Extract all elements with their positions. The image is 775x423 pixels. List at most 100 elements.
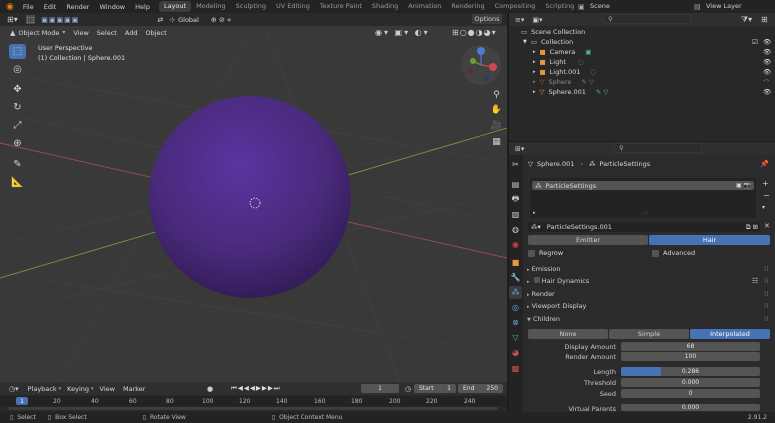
regrow-checkbox[interactable]: Regrow [528,249,563,257]
navigation-gizmo[interactable] [459,43,503,87]
tab-shading[interactable]: Shading [367,1,403,12]
snap-icons[interactable]: ⊕ ⊘ ⋄ [211,16,232,24]
menu-file[interactable]: File [18,3,39,11]
transform-tool-icon[interactable]: ⊕ [9,136,26,151]
menu-render[interactable]: Render [61,3,94,11]
virtual-parents-field[interactable]: 0.000 [621,404,760,411]
datablock-actions-icons[interactable]: ⧉ ⊞ [746,223,758,232]
menu-view[interactable]: View [73,29,88,37]
seed-field[interactable]: 0 [621,389,760,398]
list-remove-button[interactable]: − [763,191,770,200]
drag-handle-icon[interactable]: ⁞⁞ [764,290,768,298]
physics-tab-icon[interactable]: ◎ [509,301,522,314]
transform-pivot-icon[interactable]: ⇄ [157,16,163,24]
scale-tool-icon[interactable]: ⤢ [9,118,26,133]
tab-texture-paint[interactable]: Texture Paint [315,1,367,12]
new-collection-icon[interactable]: ⊞ [761,15,768,24]
tab-layout[interactable]: Layout [158,1,192,12]
scene-collection-row[interactable]: ▭ Scene Collection [509,27,764,37]
editor-type-icon[interactable]: ≡▾ [515,16,524,24]
drag-handle-icon[interactable]: ⁞⁞ [764,265,768,273]
list-menu-icon[interactable]: ▾ [762,204,765,211]
display-mode-icon[interactable]: ▣▾ [532,16,542,24]
grid-view-icon[interactable]: ▦ [488,134,505,149]
render-amount-field[interactable]: 100 [621,352,760,361]
menu-edit[interactable]: Edit [39,3,62,11]
list-expand-icon[interactable]: ▸ [533,210,536,216]
eye-icon[interactable]: 👁 [763,48,771,56]
camera-view-icon[interactable]: 🎥 [488,118,505,133]
output-tab-icon[interactable]: 🖶 [509,193,522,206]
hair-button[interactable]: Hair [649,235,770,245]
hair-sphere[interactable] [149,96,351,298]
list-icon[interactable]: ☷ [752,277,758,285]
particles-tab-icon[interactable]: ⁂ [509,286,522,299]
end-frame-field[interactable]: End 250 [458,384,503,393]
options-button[interactable]: Options [472,14,502,24]
constraints-tab-icon[interactable]: ⊗ [509,316,522,329]
scene-selector[interactable]: Scene [586,1,658,11]
pin-icon[interactable]: 📌 [760,160,769,168]
children-none-button[interactable]: None [528,329,608,339]
outliner-item-light-001[interactable]: ▸ ■ Light.001 ◌ 👁 [509,67,771,77]
current-frame-marker[interactable]: 1 [16,397,28,405]
editor-type-icon[interactable]: ⊞▾ [515,145,524,153]
cursor-tool-icon[interactable]: ◎ [9,62,26,77]
collection-row[interactable]: ▼ ▭ Collection ☑ 👁 [509,37,771,47]
editor-type-icon[interactable]: ⊞▾ [7,15,18,24]
eye-icon[interactable]: 👁 [763,88,771,96]
visibility-icons[interactable]: ▣ 📷 [736,182,751,189]
data-tab-icon[interactable]: ▽ [509,331,522,344]
children-interpolated-button[interactable]: Interpolated [690,329,770,339]
outliner-item-sphere[interactable]: ▸ ▽ Sphere ✎ ▽ ⌒ [509,77,770,87]
blender-logo-icon[interactable]: ◉ [0,2,18,12]
checkbox-icon[interactable]: ☑ [752,38,758,46]
section-emission[interactable]: ▸ Emission [527,265,561,273]
annotate-tool-icon[interactable]: ✎ [9,157,26,172]
list-add-button[interactable]: + [762,179,769,188]
viewport[interactable] [0,13,507,382]
tab-modeling[interactable]: Modeling [191,1,231,12]
tab-scripting[interactable]: Scripting [540,1,579,12]
menu-keying[interactable]: Keying [67,385,89,393]
tab-uv-editing[interactable]: UV Editing [271,1,315,12]
properties-search-input[interactable]: ⚲ [614,143,702,153]
display-amount-field[interactable]: 68 [621,342,760,351]
select-tool-icon[interactable]: ⬚ [25,15,36,24]
zoom-icon[interactable]: ⚲ [488,87,505,102]
menu-help[interactable]: Help [130,3,155,11]
move-tool-icon[interactable]: ✥ [9,82,26,97]
eye-icon[interactable]: 👁 [763,68,771,76]
menu-window[interactable]: Window [94,3,130,11]
section-render[interactable]: ▸ Render [527,290,555,298]
playback-controls-icons[interactable]: ⏮◀◀◀▶▶▶⏭ [231,384,281,393]
select-mode-icons[interactable]: ▣▣▣▣▣ [41,16,79,24]
menu-playback[interactable]: Playback [28,385,57,393]
menu-add[interactable]: Add [125,29,138,37]
object-mode-select[interactable]: Object Mode [18,29,59,37]
children-simple-button[interactable]: Simple [609,329,689,339]
measure-tool-icon[interactable]: 📐 [9,175,26,190]
clock-icon[interactable]: ◷▾ [9,385,19,393]
menu-object[interactable]: Object [145,29,166,37]
stopwatch-icon[interactable]: ◷ [405,385,411,393]
render-tab-icon[interactable]: ▤ [509,178,522,191]
outliner-item-light[interactable]: ▸ ■ Light ◌ 👁 [509,57,771,67]
filter-icon[interactable]: ⧩▾ [741,15,752,25]
orientation-select[interactable]: Global [178,16,199,24]
viewport-overlay-icons[interactable]: ◉▾ ▣▾ ◐▾ [375,28,430,37]
outliner-item-camera[interactable]: ▸ ■ Camera ▣ 👁 [509,47,771,57]
drag-handle-icon[interactable]: ⁞⁞ [764,315,768,323]
rotate-tool-icon[interactable]: ↻ [9,100,26,115]
world-tab-icon[interactable]: ◉ [509,238,522,251]
drag-handle-icon[interactable]: ⁞⁞ [764,302,768,310]
timeline-scrollbar[interactable] [8,407,498,410]
section-children[interactable]: ▼ Children [527,315,560,323]
current-frame-field[interactable]: 1 [361,384,399,393]
eye-icon[interactable]: 👁 [763,38,771,46]
tab-compositing[interactable]: Compositing [490,1,541,12]
threshold-field[interactable]: 0.000 [621,378,760,387]
view-layer-tab-icon[interactable]: ▧ [509,208,522,221]
outliner-item-sphere-001[interactable]: ▸ ▽ Sphere.001 ✎ ▽ 👁 [509,87,771,97]
menu-select[interactable]: Select [97,29,117,37]
